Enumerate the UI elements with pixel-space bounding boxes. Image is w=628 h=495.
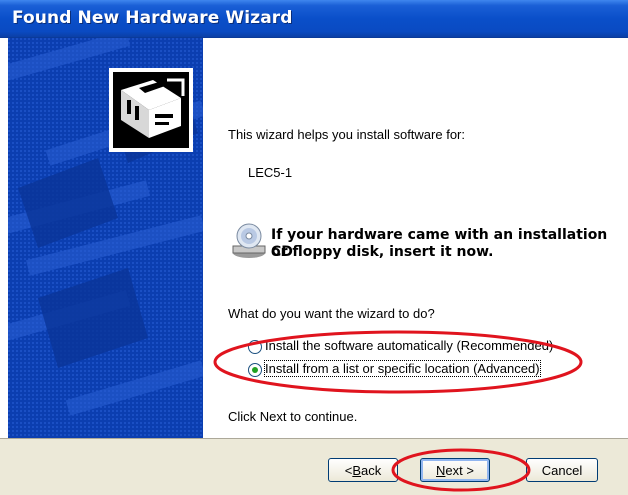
cancel-button-label: Cancel [541, 462, 583, 478]
back-button[interactable]: < Back [328, 458, 398, 482]
title-bar[interactable]: Found New Hardware Wizard [0, 0, 628, 38]
cd-drive-icon [230, 222, 268, 260]
back-button-mnemonic: B [352, 462, 362, 478]
window-title: Found New Hardware Wizard [12, 8, 293, 28]
next-button-label: ext > [445, 462, 474, 478]
intro-text: This wizard helps you install software f… [228, 127, 465, 142]
cancel-button[interactable]: Cancel [526, 458, 598, 482]
radio-install-from-list[interactable] [248, 363, 262, 377]
next-button-mnemonic: N [436, 462, 446, 478]
radio-label-automatic[interactable]: Install the software automatically (Reco… [265, 338, 553, 353]
radio-install-automatically[interactable] [248, 340, 262, 354]
back-button-prefix: < [344, 462, 353, 478]
hardware-wizard-icon [109, 68, 193, 152]
next-button[interactable]: Next > [420, 458, 490, 482]
wizard-window: Found New Hardware Wizard This wizard he… [0, 0, 628, 495]
radio-label-advanced[interactable]: Install from a list or specific location… [264, 360, 541, 377]
cd-prompt-line2: or floppy disk, insert it now. [271, 244, 494, 260]
device-name: LEC5-1 [248, 165, 293, 180]
back-button-label: ack [361, 462, 382, 478]
continue-text: Click Next to continue. [228, 409, 358, 424]
question-text: What do you want the wizard to do? [228, 306, 435, 321]
